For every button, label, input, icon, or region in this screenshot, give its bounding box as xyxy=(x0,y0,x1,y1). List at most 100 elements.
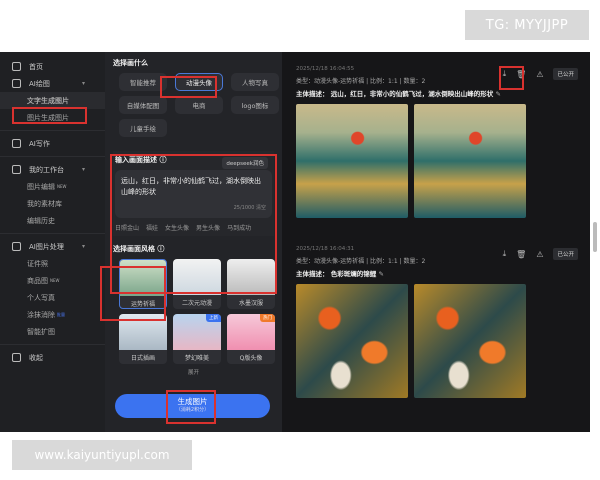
char-count: 25/1000 xyxy=(233,205,255,211)
style-grid: 运势祈福 二次元动漫 水墨汉服日式插画 上新 梦幻唯美 热门 Q版头像 xyxy=(119,259,275,364)
expand-button[interactable]: 展开 xyxy=(113,368,274,376)
prompt-tags: 日照金山 福娃 女生头像 男生头像 马到成功 xyxy=(115,223,272,232)
style-option[interactable]: 热门 Q版头像 xyxy=(227,314,275,364)
style-thumbnail xyxy=(173,259,221,295)
sidebar-item-15[interactable]: 收起 xyxy=(0,349,105,366)
sidebar-item-label: 商品图 xyxy=(27,276,48,285)
chart-icon xyxy=(12,165,21,174)
sidebar-item-14[interactable]: 智能扩图 xyxy=(0,323,105,340)
prompt-tag[interactable]: 男生头像 xyxy=(196,223,220,232)
category-option[interactable]: 自媒体配图 xyxy=(119,96,167,114)
sidebar-item-6[interactable]: 图片编辑 NEW xyxy=(0,178,105,195)
new-badge: NEW xyxy=(57,184,67,189)
new-badge: NEW xyxy=(50,278,60,283)
sidebar-item-1[interactable]: AI绘图 ▾ xyxy=(0,75,105,92)
category-grid: 智能推荐 动漫头像 人物写真自媒体配图 电商 logo图标儿童手绘 xyxy=(119,73,279,137)
style-label: 水墨汉服 xyxy=(238,300,263,307)
style-label: 运势祈福 xyxy=(130,301,155,308)
scrollbar[interactable] xyxy=(590,52,600,432)
sidebar-item-label: 编辑历史 xyxy=(27,216,55,225)
sidebar-item-3[interactable]: 图片生成图片 xyxy=(0,109,105,126)
sidebar-item-7[interactable]: 我的素材库 xyxy=(0,195,105,212)
sidebar-item-9[interactable]: AI图片处理 ▾ xyxy=(0,238,105,255)
chevron-down-icon: ▾ xyxy=(81,80,85,87)
prompt-tag[interactable]: 日照金山 xyxy=(115,223,139,232)
download-icon[interactable]: ⤓ xyxy=(503,249,507,259)
prompt-tag[interactable]: 女生头像 xyxy=(165,223,189,232)
category-option[interactable]: 动漫头像 xyxy=(175,73,223,91)
sidebar-item-12[interactable]: 个人写真 xyxy=(0,289,105,306)
edit-icon[interactable]: ✎ xyxy=(379,270,384,278)
sidebar-item-label: 涂抹消除 xyxy=(27,310,55,319)
sidebar-item-4[interactable]: AI写作 xyxy=(0,135,105,152)
style-label: 二次元动漫 xyxy=(181,300,212,307)
result-image[interactable] xyxy=(296,104,408,218)
category-option[interactable]: logo图标 xyxy=(231,96,279,114)
style-thumbnail xyxy=(120,260,166,296)
result-image[interactable] xyxy=(296,284,408,398)
main-label: 主体描述： xyxy=(296,90,329,98)
sidebar-item-label: 首页 xyxy=(29,62,43,71)
category-option[interactable]: 人物写真 xyxy=(231,73,279,91)
new-badge: 批量 xyxy=(57,311,65,317)
sidebar-item-label: 智能扩图 xyxy=(27,327,55,336)
category-option[interactable]: 电商 xyxy=(175,96,223,114)
result-image[interactable] xyxy=(414,284,526,398)
download-icon[interactable]: ⤓ xyxy=(503,69,507,79)
divider xyxy=(0,344,105,345)
public-badge[interactable]: 已公开 xyxy=(553,248,578,260)
description-section: 输入画面描述 ⓘ deepseek润色 远山，红日，非常小的仙鹤飞过，湖水倒映出… xyxy=(113,151,274,236)
style-option[interactable]: 日式插画 xyxy=(119,314,167,364)
sidebar-item-0[interactable]: 首页 xyxy=(0,58,105,75)
style-thumbnail xyxy=(119,314,167,350)
palette-icon xyxy=(12,242,21,251)
delete-icon[interactable]: 🗑 xyxy=(516,250,526,259)
result-image[interactable] xyxy=(414,104,526,218)
watermark-bottom: www.kaiyuntiyupl.com xyxy=(12,440,192,470)
chevron-down-icon: ▾ xyxy=(81,243,85,250)
divider xyxy=(0,156,105,157)
generate-button[interactable]: 生成图片 （消耗2积分） xyxy=(115,394,270,418)
collapse-icon xyxy=(12,353,21,362)
style-option[interactable]: 运势祈福 xyxy=(119,259,167,309)
style-option[interactable]: 上新 梦幻唯美 xyxy=(173,314,221,364)
image-icon xyxy=(12,79,21,88)
sidebar-item-label: 图片编辑 xyxy=(27,182,55,191)
sidebar-item-5[interactable]: 我的工作台 ▾ xyxy=(0,161,105,178)
clear-button[interactable]: 清空 xyxy=(256,205,266,211)
sidebar-item-label: 我的工作台 xyxy=(29,165,64,174)
chevron-down-icon: ▾ xyxy=(81,166,85,173)
divider xyxy=(0,233,105,234)
style-thumbnail xyxy=(227,259,275,295)
watermark-top: TG: MYYJJPP xyxy=(465,10,589,40)
sidebar-item-2[interactable]: 文字生成图片 xyxy=(0,92,105,109)
sidebar-item-10[interactable]: 证件照 xyxy=(0,255,105,272)
prompt-tag[interactable]: 马到成功 xyxy=(227,223,251,232)
deepseek-polish-button[interactable]: deepseek润色 xyxy=(222,157,268,169)
sidebar-item-13[interactable]: 涂抹消除 批量 xyxy=(0,306,105,323)
results-panel: 2025/12/18 16:04:55 ⤓ 🗑 ⚠ 已公开 类型：动漫头像-运势祈福 … xyxy=(284,52,590,432)
result-card: 2025/12/18 16:04:55 ⤓ 🗑 ⚠ 已公开 类型：动漫头像-运势祈福 … xyxy=(296,66,578,218)
prompt-tag[interactable]: 福娃 xyxy=(146,223,158,232)
category-option[interactable]: 儿童手绘 xyxy=(119,119,167,137)
style-label: Q版头像 xyxy=(239,355,263,362)
sidebar-item-label: 收起 xyxy=(29,353,43,362)
sidebar-item-label: AI图片处理 xyxy=(29,242,64,251)
sidebar-item-8[interactable]: 编辑历史 xyxy=(0,212,105,229)
style-option[interactable]: 二次元动漫 xyxy=(173,259,221,309)
warning-icon[interactable]: ⚠ xyxy=(536,250,543,259)
sidebar-item-label: 个人写真 xyxy=(27,293,55,302)
sidebar-item-label: 文字生成图片 xyxy=(27,96,69,105)
delete-icon[interactable]: 🗑 xyxy=(516,70,526,79)
public-badge[interactable]: 已公开 xyxy=(553,68,578,80)
warning-icon[interactable]: ⚠ xyxy=(536,70,543,79)
main-label: 主体描述： xyxy=(296,270,329,278)
sidebar-item-label: AI绘图 xyxy=(29,79,50,88)
category-option[interactable]: 智能推荐 xyxy=(119,73,167,91)
sidebar-item-11[interactable]: 商品图 NEW xyxy=(0,272,105,289)
sidebar-item-label: AI写作 xyxy=(29,139,50,148)
create-panel: 选择画什么 智能推荐 动漫头像 人物写真 自媒体配图 电商 logo图标 儿童手绘 输入画面… xyxy=(105,52,282,432)
style-option[interactable]: 水墨汉服 xyxy=(227,259,275,309)
edit-icon[interactable]: ✎ xyxy=(496,90,501,98)
prompt-input[interactable]: 远山，红日，非常小的仙鹤飞过，湖水倒映出山峰的形状 25/1000 清空 xyxy=(115,170,272,218)
